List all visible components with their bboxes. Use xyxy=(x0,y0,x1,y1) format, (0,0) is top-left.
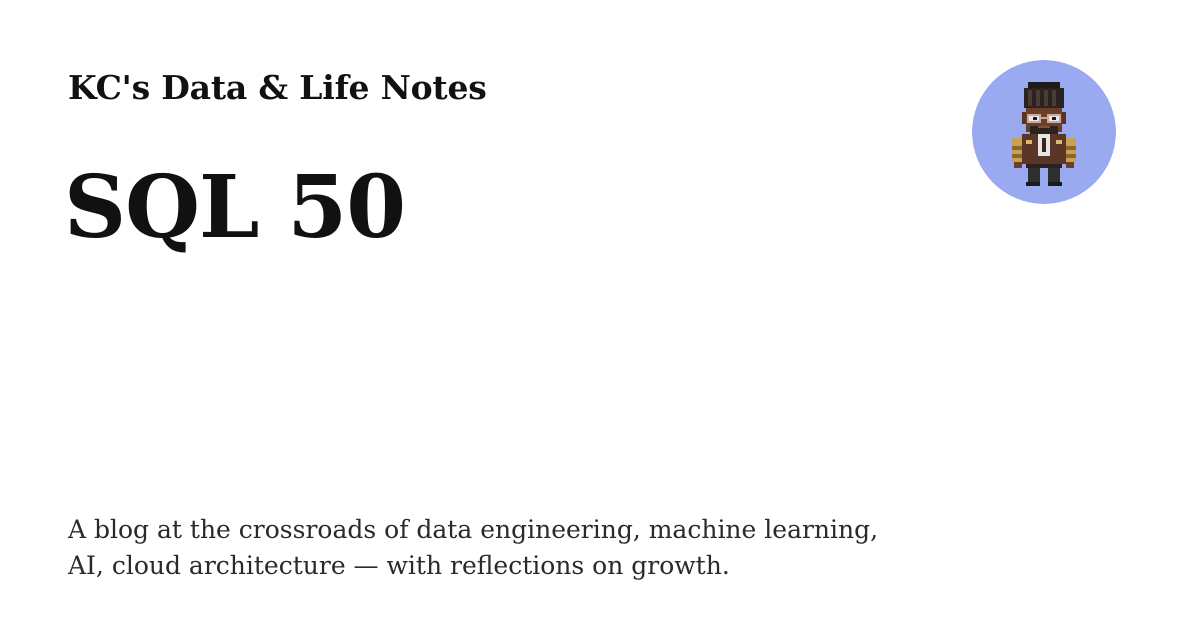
avatar xyxy=(972,60,1116,204)
og-card: KC's Data & Life Notes SQL 50 A blog at … xyxy=(0,0,1200,630)
blog-description: A blog at the crossroads of data enginee… xyxy=(68,515,879,580)
pixel-art-character-icon xyxy=(972,60,1116,204)
site-name: KC's Data & Life Notes xyxy=(68,68,487,107)
post-title: SQL 50 xyxy=(64,157,406,258)
